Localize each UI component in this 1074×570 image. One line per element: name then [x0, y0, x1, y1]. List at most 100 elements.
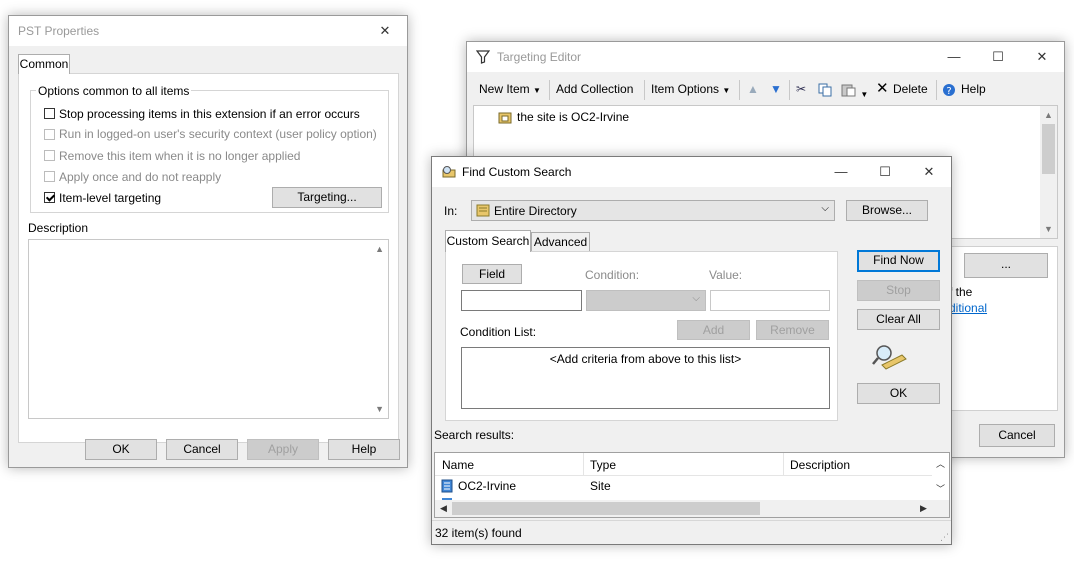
pst-cancel-button[interactable]: Cancel	[166, 439, 238, 460]
results-header: Name Type Description	[435, 453, 932, 476]
scroll-up-arrow-icon[interactable]: ▲	[375, 244, 384, 254]
status-text: 32 item(s) found	[435, 526, 522, 540]
tab-custom-search-label: Custom Search	[446, 234, 530, 248]
option-security-context-checkbox	[44, 129, 55, 140]
condition-combobox: ⌵	[586, 290, 706, 311]
scroll-down-arrow-icon[interactable]: ▼	[375, 404, 384, 414]
tab-advanced[interactable]: Advanced	[531, 232, 590, 251]
add-collection-button[interactable]: Add Collection	[556, 78, 633, 102]
cut-icon[interactable]: ✂	[796, 78, 806, 102]
condition-list-label: Condition List:	[460, 325, 537, 339]
description-label: Description	[28, 221, 89, 235]
move-down-icon[interactable]: ▼	[770, 78, 782, 102]
column-header-description[interactable]: Description	[790, 458, 850, 472]
results-horizontal-scrollbar[interactable]: ◀ ▶	[435, 500, 949, 517]
find-custom-search-window: Find Custom Search — ☐ ✕ In: Entire Dire…	[431, 156, 952, 545]
find-ok-button[interactable]: OK	[857, 383, 940, 404]
pst-help-button[interactable]: Help	[328, 439, 400, 460]
close-icon[interactable]: ✕	[363, 16, 407, 46]
condition-label: Condition:	[585, 268, 640, 282]
copy-icon[interactable]	[818, 78, 832, 102]
pst-window-title: PST Properties	[18, 24, 100, 38]
custom-search-panel: Field Condition: Value: ⌵ Condition List…	[445, 251, 838, 421]
toolbar-separator	[936, 80, 937, 100]
item-options-menu[interactable]: Item Options ▼	[651, 78, 730, 102]
option-security-context-label: Run in logged-on user's security context…	[59, 127, 377, 141]
item-options-label: Item Options	[651, 82, 720, 96]
field-input[interactable]	[461, 290, 582, 311]
toolbar-separator	[549, 80, 550, 100]
find-now-button[interactable]: Find Now	[857, 250, 940, 272]
targeting-button[interactable]: Targeting...	[272, 187, 382, 208]
resize-grip-icon[interactable]: ⋰	[940, 532, 949, 543]
search-results-label: Search results:	[434, 428, 515, 442]
chevron-up-icon[interactable]: ︿	[936, 457, 945, 470]
chevron-right-icon[interactable]: ▶	[920, 503, 927, 514]
delete-button[interactable]: Delete	[893, 78, 928, 102]
scrollbar-thumb[interactable]	[452, 502, 760, 515]
options-group-label: Options common to all items	[36, 84, 192, 98]
filter-icon	[475, 50, 491, 67]
field-button[interactable]: Field	[462, 264, 522, 284]
dropdown-arrow-icon: ▼	[722, 86, 731, 95]
option-remove-item-checkbox	[44, 150, 55, 161]
search-magnifier-icon	[872, 343, 908, 374]
search-results-list[interactable]: Name Type Description OC2-Irvine Site ︿ …	[434, 452, 950, 518]
scroll-up-arrow-icon[interactable]: ▲	[1044, 110, 1053, 120]
pst-title-bar: PST Properties ✕	[9, 16, 407, 46]
in-combobox[interactable]: Entire Directory ⌵	[471, 200, 835, 221]
pst-apply-button: Apply	[247, 439, 319, 460]
row-name: OC2-Irvine	[458, 479, 517, 493]
delete-x-icon[interactable]: ✕	[876, 78, 889, 102]
browse-button[interactable]: Browse...	[846, 200, 928, 221]
tab-common[interactable]: Common	[18, 54, 70, 74]
close-icon[interactable]: ✕	[1020, 42, 1064, 72]
column-header-name[interactable]: Name	[442, 458, 474, 472]
dropdown-arrow-icon: ▼	[533, 86, 541, 95]
minimize-icon[interactable]: —	[932, 42, 976, 72]
move-up-icon[interactable]: ▲	[747, 78, 759, 102]
close-icon[interactable]: ✕	[907, 157, 951, 187]
pst-properties-window: PST Properties ✕ Common Options common t…	[8, 15, 408, 468]
table-row[interactable]: OC2-Irvine Site	[435, 476, 932, 496]
condition-list-placeholder: <Add criteria from above to this list>	[549, 352, 742, 366]
tree-scrollbar[interactable]: ▲ ▼	[1040, 106, 1057, 238]
description-textarea[interactable]: ▲ ▼	[28, 239, 389, 419]
option-stop-processing-checkbox[interactable]	[44, 108, 55, 119]
chevron-left-icon[interactable]: ◀	[440, 503, 447, 514]
tree-item-site[interactable]: the site is OC2-Irvine	[517, 110, 629, 124]
toolbar-separator	[789, 80, 790, 100]
condition-list-box[interactable]: <Add criteria from above to this list>	[461, 347, 830, 409]
column-divider[interactable]	[783, 453, 784, 475]
column-divider[interactable]	[583, 453, 584, 475]
scrollbar-thumb[interactable]	[1042, 124, 1055, 174]
toolbar-separator	[739, 80, 740, 100]
option-item-level-targeting-label: Item-level targeting	[59, 191, 162, 205]
paste-icon[interactable]: ▼	[841, 78, 868, 102]
stop-button: Stop	[857, 280, 940, 301]
help-button[interactable]: Help	[961, 78, 986, 102]
chevron-down-icon: ⌵	[692, 293, 700, 304]
scroll-down-arrow-icon[interactable]: ▼	[1044, 224, 1053, 234]
directory-icon	[476, 204, 490, 220]
details-link-fragment[interactable]: ditional	[949, 301, 987, 315]
clear-all-button[interactable]: Clear All	[857, 309, 940, 330]
option-remove-item-label: Remove this item when it is no longer ap…	[59, 149, 301, 163]
value-input	[710, 290, 830, 311]
option-stop-processing-label: Stop processing items in this extension …	[59, 107, 360, 121]
new-item-menu[interactable]: New Item ▼	[479, 78, 541, 102]
tab-panel-common: Options common to all items Stop process…	[18, 73, 399, 443]
results-vertical-scrollbar[interactable]: ︿ ﹀	[932, 453, 949, 500]
tab-custom-search[interactable]: Custom Search	[445, 230, 531, 252]
option-item-level-targeting-checkbox[interactable]	[44, 192, 55, 203]
chevron-down-icon[interactable]: ﹀	[936, 482, 945, 495]
targeting-cancel-button[interactable]: Cancel	[979, 424, 1055, 447]
column-header-type[interactable]: Type	[590, 458, 616, 472]
pst-ok-button[interactable]: OK	[85, 439, 157, 460]
targeting-window-title: Targeting Editor	[497, 50, 582, 64]
minimize-icon[interactable]: —	[819, 157, 863, 187]
maximize-icon[interactable]: ☐	[863, 157, 907, 187]
help-icon[interactable]: ?	[942, 78, 956, 102]
maximize-icon[interactable]: ☐	[976, 42, 1020, 72]
ellipsis-button[interactable]: ...	[964, 253, 1048, 278]
